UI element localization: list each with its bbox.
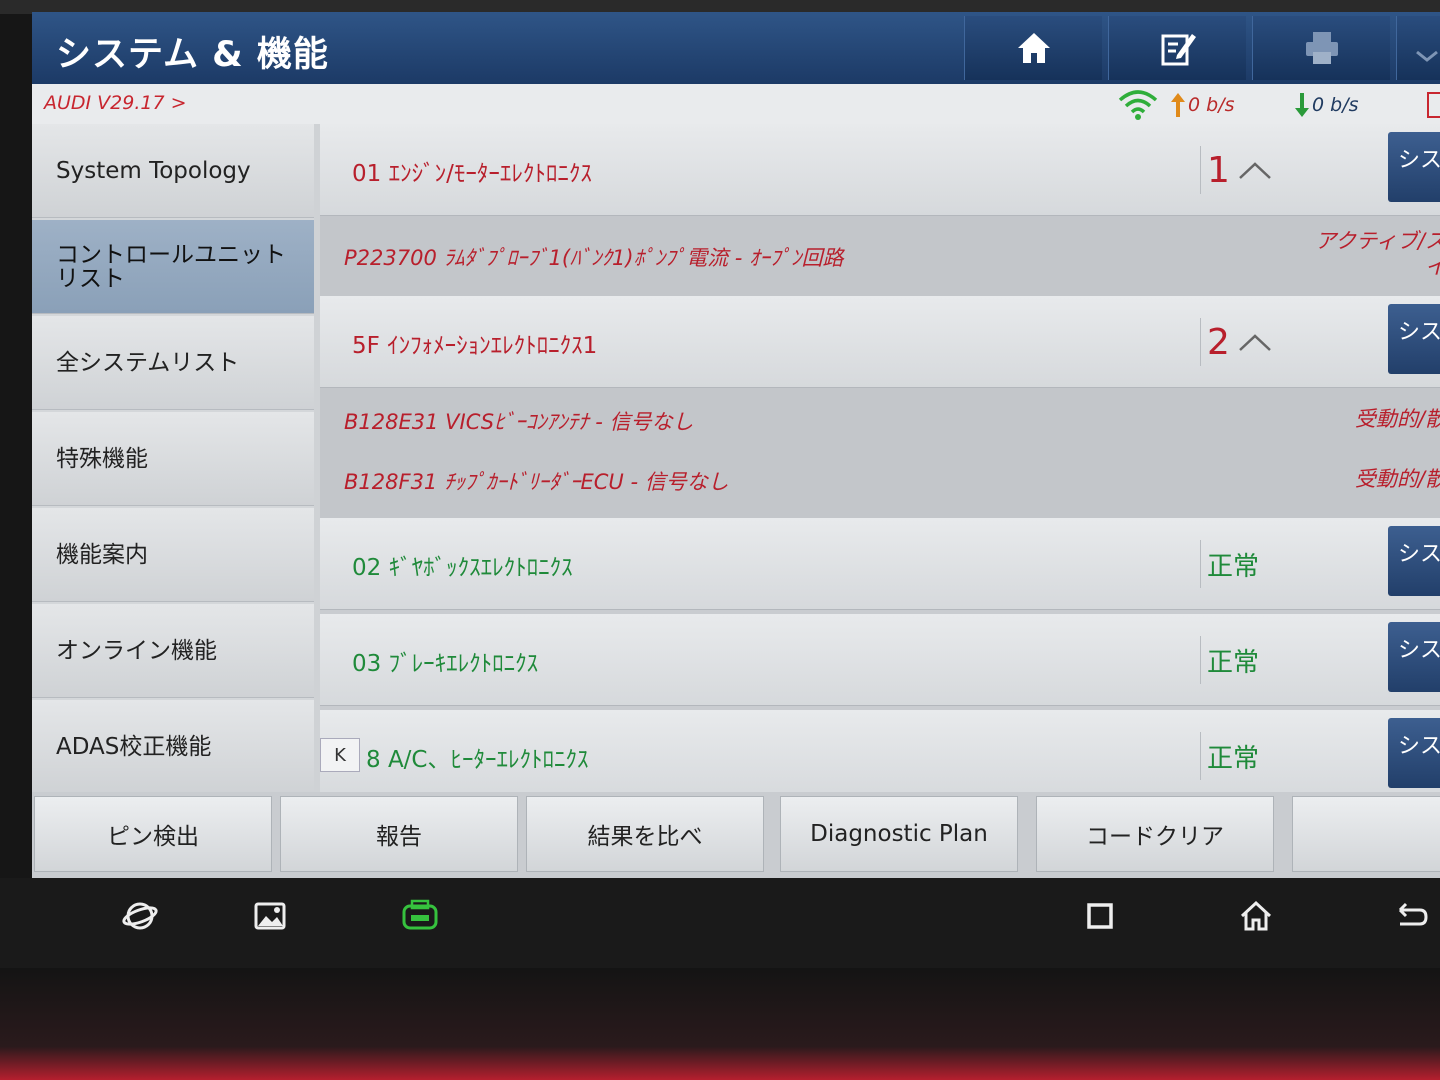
system-name: 01 ｴﾝｼﾞﾝ/ﾓｰﾀｰｴﾚｸﾄﾛﾆｸｽ xyxy=(352,161,592,187)
upload-arrow-icon xyxy=(1171,93,1185,117)
sidebar-item-label: System Topology xyxy=(56,157,251,184)
dtc-state: 受動的/散 xyxy=(1354,467,1440,491)
edit-icon xyxy=(1161,34,1196,66)
download-rate: 0 b/s xyxy=(1294,92,1359,118)
android-nav-bar xyxy=(0,878,1440,968)
system-name: 5F ｲﾝﾌｫﾒｰｼｮﾝｴﾚｸﾄﾛﾆｸｽ1 xyxy=(352,333,598,359)
download-arrow-icon xyxy=(1295,93,1309,117)
compare-results-button[interactable]: 結果を比べ xyxy=(526,796,764,872)
sidebar-item-special-functions[interactable]: 特殊機能 xyxy=(32,412,314,506)
browser-icon[interactable] xyxy=(120,896,160,936)
system-row[interactable]: 01 ｴﾝｼﾞﾝ/ﾓｰﾀｰｴﾚｸﾄﾛﾆｸｽ 1 シス xyxy=(320,124,1440,216)
upload-rate: 0 b/s xyxy=(1170,92,1235,118)
upload-rate-value: 0 b/s xyxy=(1188,94,1235,116)
sidebar-item-online-functions[interactable]: オンライン機能 xyxy=(32,604,314,698)
download-rate-value: 0 b/s xyxy=(1312,94,1359,116)
system-status: 正常 xyxy=(1200,636,1370,684)
dtc-row: P223700 ﾗﾑﾀﾞﾌﾟﾛｰﾌﾞ1(ﾊﾞﾝｸ1)ﾎﾟﾝﾌﾟ電流 - ｵｰﾌﾟ… xyxy=(320,216,1440,296)
system-row[interactable]: 5F ｲﾝﾌｫﾒｰｼｮﾝｴﾚｸﾄﾛﾆｸｽ1 2 シス xyxy=(320,296,1440,388)
system-row[interactable]: 03 ﾌﾞﾚｰｷｴﾚｸﾄﾛﾆｸｽ 正常 シス xyxy=(320,614,1440,706)
fault-count-value: 1 xyxy=(1207,149,1230,191)
battery-icon xyxy=(1427,92,1440,118)
sidebar-item-system-topology[interactable]: System Topology xyxy=(32,124,314,218)
sidebar-item-control-unit-list[interactable]: コントロールユニット リスト xyxy=(32,220,314,314)
dtc-row: B128F31 ﾁｯﾌﾟｶｰﾄﾞﾘｰﾀﾞｰECU - 信号なし 受動的/散 xyxy=(320,450,1440,518)
translate-button[interactable]: 翻訳 xyxy=(1292,796,1440,872)
chevron-down-icon xyxy=(1415,50,1438,62)
clear-codes-button[interactable]: コードクリア xyxy=(1036,796,1274,872)
sidebar-item-function-guide[interactable]: 機能案内 xyxy=(32,508,314,602)
dtc-row: B128E31 VICSﾋﾞｰｺﾝｱﾝﾃﾅ - 信号なし 受動的/散 xyxy=(320,388,1440,450)
print-icon xyxy=(1305,32,1338,64)
sidebar-item-all-system-list[interactable]: 全システムリスト xyxy=(32,316,314,410)
page-title: システム & 機能 xyxy=(56,35,329,75)
control-unit-list: 01 ｴﾝｼﾞﾝ/ﾓｰﾀｰｴﾚｸﾄﾛﾆｸｽ 1 シス P223700 ﾗﾑﾀﾞﾌ… xyxy=(320,124,1440,792)
report-action-button[interactable]: 報告 xyxy=(280,796,518,872)
fault-count[interactable]: 2 xyxy=(1200,318,1370,366)
system-row[interactable]: 8 A/C、ﾋｰﾀｰｴﾚｸﾄﾛﾆｸｽ 正常 シス xyxy=(320,710,1440,792)
system-button[interactable]: シス xyxy=(1388,526,1440,596)
system-name: 03 ﾌﾞﾚｰｷｴﾚｸﾄﾛﾆｸｽ xyxy=(352,651,539,677)
system-button[interactable]: シス xyxy=(1388,304,1440,374)
back-icon[interactable] xyxy=(1390,896,1430,936)
system-name: 8 A/C、ﾋｰﾀｰｴﾚｸﾄﾛﾆｸｽ xyxy=(366,747,589,773)
home-icon xyxy=(1017,33,1050,63)
device-bezel xyxy=(0,968,1440,1080)
system-button[interactable]: シス xyxy=(1388,132,1440,202)
fault-count[interactable]: 1 xyxy=(1200,146,1370,194)
dtc-code: B128E31 VICSﾋﾞｰｺﾝｱﾝﾃﾅ - 信号なし xyxy=(344,410,694,434)
app-screen: システム & 機能 AUDI V29.17 > 0 b/s 0 b/s Syst… xyxy=(32,12,1440,878)
home-button[interactable] xyxy=(964,16,1102,80)
wifi-icon xyxy=(1118,90,1158,120)
version-breadcrumb[interactable]: AUDI V29.17 > xyxy=(44,92,187,114)
system-status: 正常 xyxy=(1200,732,1370,780)
sidebar-item-label: ADAS校正機能 xyxy=(56,733,212,760)
system-status: 正常 xyxy=(1200,540,1370,588)
chevron-up-icon xyxy=(1239,162,1271,179)
gallery-icon[interactable] xyxy=(250,896,290,936)
dtc-state: アクティブ/ス イ xyxy=(1315,229,1440,279)
chevron-up-icon xyxy=(1239,334,1271,351)
more-button[interactable] xyxy=(1396,16,1440,80)
dtc-state: 受動的/散 xyxy=(1354,407,1440,431)
sidebar-item-label: コントロールユニット リスト xyxy=(56,241,286,292)
report-button[interactable] xyxy=(1108,16,1246,80)
sidebar: System Topology コントロールユニット リスト 全システムリスト … xyxy=(32,124,314,794)
sidebar-item-label: オンライン機能 xyxy=(56,637,217,664)
sidebar-item-label: 全システムリスト xyxy=(56,349,240,376)
recent-apps-icon[interactable] xyxy=(1080,896,1120,936)
collapse-sidebar-button[interactable]: K xyxy=(320,738,360,772)
pin-detect-button[interactable]: ピン検出 xyxy=(34,796,272,872)
vci-icon[interactable] xyxy=(400,896,440,936)
bottom-action-bar: ピン検出 報告 結果を比べ Diagnostic Plan コードクリア 翻訳 xyxy=(32,792,1440,878)
title-bar: システム & 機能 xyxy=(32,12,1440,84)
diagnostic-plan-button[interactable]: Diagnostic Plan xyxy=(780,796,1018,872)
system-name: 02 ｷﾞﾔﾎﾞｯｸｽｴﾚｸﾄﾛﾆｸｽ xyxy=(352,555,573,581)
info-bar: AUDI V29.17 > 0 b/s 0 b/s xyxy=(32,84,1440,124)
dtc-code: B128F31 ﾁｯﾌﾟｶｰﾄﾞﾘｰﾀﾞｰECU - 信号なし xyxy=(344,470,729,494)
sidebar-item-label: 機能案内 xyxy=(56,541,148,568)
system-row[interactable]: 02 ｷﾞﾔﾎﾞｯｸｽｴﾚｸﾄﾛﾆｸｽ 正常 シス xyxy=(320,518,1440,610)
system-button[interactable]: シス xyxy=(1388,718,1440,788)
fault-count-value: 2 xyxy=(1207,321,1230,363)
sidebar-item-adas-calibration[interactable]: ADAS校正機能 xyxy=(32,700,314,794)
system-button[interactable]: シス xyxy=(1388,622,1440,692)
dtc-code: P223700 ﾗﾑﾀﾞﾌﾟﾛｰﾌﾞ1(ﾊﾞﾝｸ1)ﾎﾟﾝﾌﾟ電流 - ｵｰﾌﾟ… xyxy=(344,246,844,270)
android-home-icon[interactable] xyxy=(1236,896,1276,936)
print-button[interactable] xyxy=(1252,16,1390,80)
sidebar-item-label: 特殊機能 xyxy=(56,445,148,472)
